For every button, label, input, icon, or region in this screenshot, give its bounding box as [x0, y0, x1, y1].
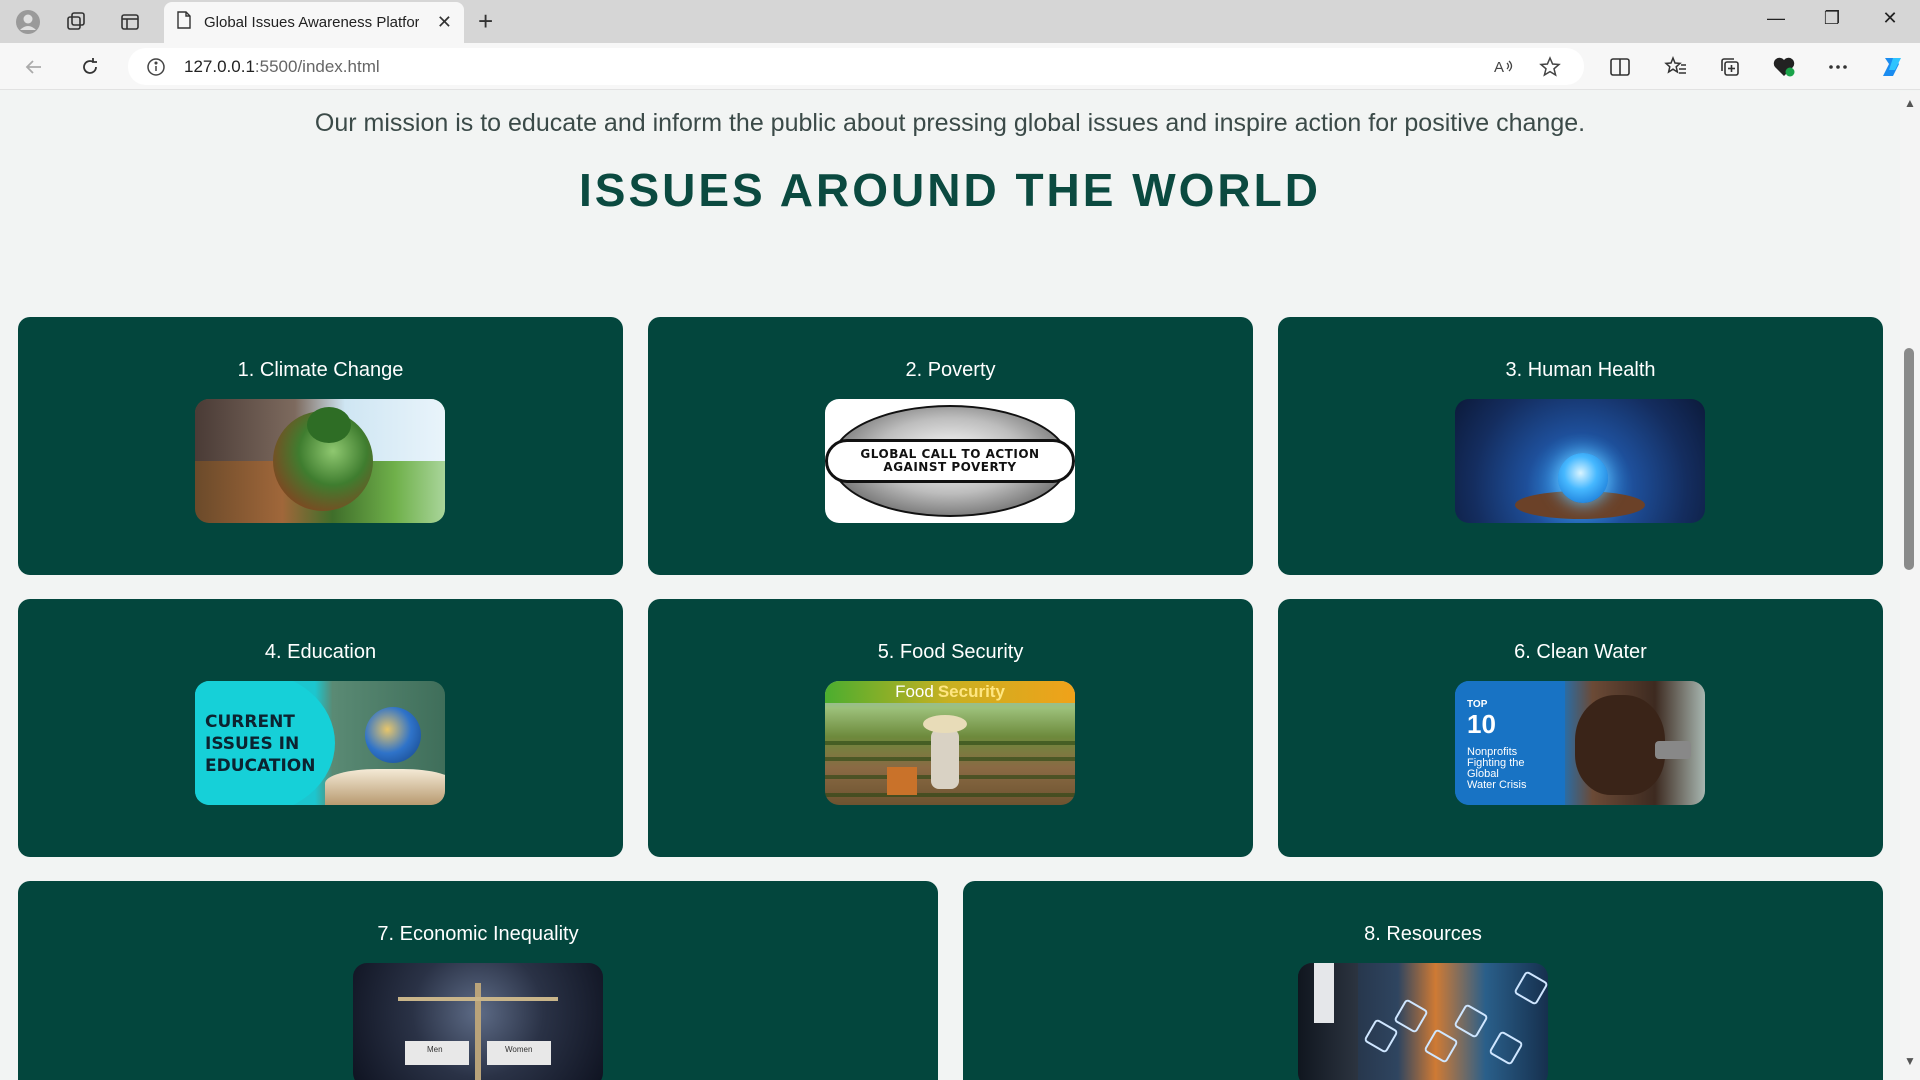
resources-image: [1298, 963, 1548, 1080]
food-security-image: Food Security: [825, 681, 1075, 805]
poverty-image: GLOBAL CALL TO ACTION AGAINST POVERTY: [825, 399, 1075, 523]
workspaces-icon[interactable]: [62, 8, 90, 36]
close-window-button[interactable]: ✕: [1870, 8, 1910, 29]
new-tab-button[interactable]: +: [478, 8, 493, 34]
svg-text:A: A: [1494, 59, 1504, 76]
issue-title: 8. Resources: [1364, 923, 1482, 945]
refresh-icon[interactable]: [76, 53, 104, 81]
issue-title: 3. Human Health: [1505, 359, 1656, 381]
close-tab-icon[interactable]: ✕: [437, 12, 452, 33]
issue-title: 6. Clean Water: [1514, 641, 1647, 663]
issue-card-food-security[interactable]: 5. Food Security Food Security: [648, 599, 1253, 857]
issue-card-resources[interactable]: 8. Resources: [963, 881, 1883, 1080]
education-image: CURRENT ISSUES IN EDUCATION: [195, 681, 445, 805]
clean-water-image: TOP 10 Nonprofits Fighting the Global Water…: [1455, 681, 1705, 805]
page-viewport: Our mission is to educate and inform the…: [0, 91, 1900, 1080]
favorites-icon[interactable]: [1662, 53, 1690, 81]
minimize-button[interactable]: —: [1756, 8, 1796, 29]
issue-card-clean-water[interactable]: 6. Clean Water TOP 10 Nonprofits Fighting…: [1278, 599, 1883, 857]
tab-actions-icon[interactable]: [116, 8, 144, 36]
issue-card-human-health[interactable]: 3. Human Health: [1278, 317, 1883, 575]
scroll-up-icon[interactable]: ▲: [1902, 96, 1918, 110]
more-options-icon[interactable]: [1824, 53, 1852, 81]
profile-icon[interactable]: [14, 8, 42, 36]
climate-change-image: [195, 399, 445, 523]
scrollbar-thumb[interactable]: [1904, 348, 1914, 570]
address-bar: 127.0.0.1:5500/index.html A: [0, 43, 1920, 90]
page-icon: [176, 11, 192, 34]
url-field[interactable]: 127.0.0.1:5500/index.html A: [128, 48, 1584, 85]
back-icon[interactable]: [20, 53, 48, 81]
split-screen-icon[interactable]: [1606, 53, 1634, 81]
restore-button[interactable]: ❐: [1812, 8, 1852, 29]
issue-title: 2. Poverty: [905, 359, 996, 381]
collections-icon[interactable]: [1716, 53, 1744, 81]
scroll-down-icon[interactable]: ▼: [1902, 1054, 1918, 1068]
economic-inequality-image: Men Women: [353, 963, 603, 1080]
human-health-image: [1455, 399, 1705, 523]
section-heading: ISSUES AROUND THE WORLD: [579, 164, 1321, 216]
issue-card-education[interactable]: 4. Education CURRENT ISSUES IN EDUCATION: [18, 599, 623, 857]
tab-title: Global Issues Awareness Platform: [204, 14, 419, 31]
site-info-icon[interactable]: [144, 55, 168, 79]
mission-text: Our mission is to educate and inform the…: [314, 109, 1586, 137]
page-scrollbar[interactable]: [1900, 91, 1920, 1080]
issue-card-economic-inequality[interactable]: 7. Economic Inequality Men Women: [18, 881, 938, 1080]
issue-title: 1. Climate Change: [237, 359, 404, 381]
browser-essentials-icon[interactable]: [1770, 53, 1798, 81]
tab-active[interactable]: Global Issues Awareness Platform ✕: [164, 2, 464, 43]
issue-title: 5. Food Security: [877, 641, 1024, 663]
tab-bar: Global Issues Awareness Platform ✕ + — ❐…: [0, 0, 1920, 43]
copilot-icon[interactable]: [1878, 53, 1906, 81]
read-aloud-icon[interactable]: A: [1492, 55, 1516, 79]
url-text: 127.0.0.1:5500/index.html: [184, 57, 380, 76]
favorite-star-icon[interactable]: [1538, 55, 1562, 79]
issue-title: 7. Economic Inequality: [377, 923, 579, 945]
issue-title: 4. Education: [264, 641, 377, 663]
issue-card-poverty[interactable]: 2. Poverty GLOBAL CALL TO ACTION AGAINST …: [648, 317, 1253, 575]
issue-card-climate-change[interactable]: 1. Climate Change: [18, 317, 623, 575]
